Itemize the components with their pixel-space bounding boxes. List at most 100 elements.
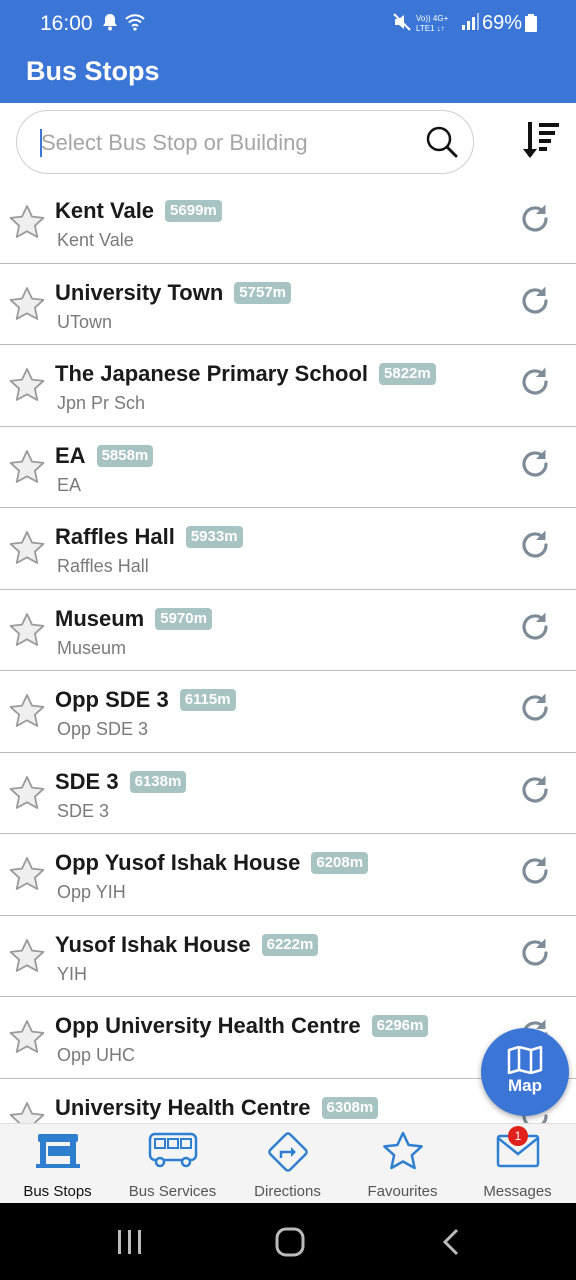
stop-title-line: University Health Centre 6308m: [55, 1094, 379, 1121]
stop-title-line: University Town 5757m: [55, 279, 292, 306]
refresh-icon[interactable]: [518, 610, 552, 649]
nav-favourites[interactable]: Favourites: [345, 1124, 460, 1204]
text-cursor: [40, 129, 42, 157]
refresh-icon[interactable]: [518, 202, 552, 241]
system-navigation-bar: [0, 1203, 576, 1280]
nav-directions[interactable]: Directions: [230, 1124, 345, 1204]
wifi-icon: [124, 12, 146, 37]
favourite-star-icon[interactable]: [8, 530, 46, 571]
refresh-icon[interactable]: [518, 365, 552, 404]
search-icon[interactable]: [425, 125, 459, 164]
bus-stop-icon: [35, 1130, 81, 1175]
directions-icon: [266, 1130, 310, 1179]
bus-stop-row[interactable]: Yusof Ishak House 6222m YIH: [0, 916, 576, 997]
stop-name: University Town: [55, 279, 224, 305]
stop-title-line: Opp SDE 3 6115m: [55, 687, 236, 713]
favourite-star-icon[interactable]: [8, 693, 46, 734]
stop-title-line: The Japanese Primary School 5822m: [55, 361, 436, 387]
bus-stop-row[interactable]: Opp Yusof Ishak House 6208m Opp YIH: [0, 834, 576, 916]
favourite-star-icon[interactable]: [8, 367, 46, 408]
favourite-star-icon[interactable]: [8, 938, 46, 979]
bus-stop-row[interactable]: Opp SDE 3 6115m Opp SDE 3: [0, 671, 576, 753]
favourite-star-icon[interactable]: [8, 1101, 46, 1123]
stop-name: Opp University Health Centre: [55, 1013, 361, 1038]
nav-bus-stops[interactable]: Bus Stops: [0, 1124, 115, 1204]
distance-badge: 6208m: [311, 852, 369, 874]
distance-badge: 5822m: [379, 363, 436, 385]
favourite-star-icon[interactable]: [8, 612, 46, 653]
page-title: Bus Stops: [26, 56, 160, 86]
back-icon[interactable]: [440, 1227, 462, 1262]
stop-title-line: Opp Yusof Ishak House 6208m: [55, 850, 369, 876]
signal-icon: [461, 12, 479, 37]
favourite-star-icon[interactable]: [8, 286, 46, 327]
favourite-star-icon[interactable]: [8, 449, 46, 490]
distance-badge: 6308m: [321, 1096, 379, 1119]
refresh-icon[interactable]: [518, 528, 552, 567]
stop-short-name: EA: [57, 474, 82, 495]
map-button-label: Map: [508, 1076, 542, 1095]
distance-badge: 5858m: [96, 444, 154, 467]
nav-label-favourites: Favourites: [367, 1183, 438, 1200]
stop-name: Yusof Ishak House: [55, 931, 251, 957]
nav-label-messages: Messages: [483, 1183, 552, 1200]
stop-short-name: Jpn Pr Sch: [57, 393, 146, 413]
stop-name: The Japanese Primary School: [55, 361, 369, 386]
refresh-icon[interactable]: [518, 691, 552, 730]
bottom-navigation: Bus Stops Bus Services Directions Favour…: [0, 1123, 576, 1203]
stop-short-name: Raffles Hall: [57, 556, 149, 576]
stop-title-line: Museum 5970m: [55, 606, 212, 632]
messages-notification-badge: 1: [508, 1126, 528, 1146]
map-icon: [507, 1045, 543, 1079]
refresh-icon[interactable]: [518, 854, 552, 893]
bus-icon: [148, 1130, 198, 1175]
stop-short-name: Museum: [57, 637, 127, 658]
refresh-icon[interactable]: [518, 447, 552, 486]
refresh-icon[interactable]: [518, 773, 552, 812]
mute-icon: [392, 12, 412, 37]
stop-title-line: Opp University Health Centre 6296m: [55, 1013, 429, 1039]
bus-stop-row[interactable]: Kent Vale 5699m Kent Vale: [0, 182, 576, 264]
stop-short-name: SDE 3: [57, 800, 110, 821]
search-input[interactable]: [39, 122, 423, 164]
sort-icon[interactable]: [522, 120, 562, 167]
stop-title-line: Kent Vale 5699m: [55, 198, 222, 224]
map-button[interactable]: Map: [481, 1028, 569, 1116]
nav-label-bus-services: Bus Services: [128, 1183, 217, 1200]
stop-name: Opp Yusof Ishak House: [55, 850, 301, 875]
battery-icon: [525, 14, 537, 37]
distance-badge: 6296m: [371, 1015, 429, 1037]
bus-stop-list[interactable]: Kent Vale 5699m Kent Vale University Town 57…: [0, 182, 576, 1123]
stop-title-line: Raffles Hall 5933m: [55, 524, 243, 550]
refresh-icon[interactable]: [518, 284, 552, 323]
bus-stop-row[interactable]: The Japanese Primary School 5822m Jpn Pr S…: [0, 345, 576, 427]
nav-label-bus-stops: Bus Stops: [23, 1183, 92, 1200]
bus-stop-row[interactable]: Raffles Hall 5933m Raffles Hall: [0, 508, 576, 590]
bus-stop-row[interactable]: SDE 3 6138m SDE 3: [0, 753, 576, 834]
stop-short-name: Opp SDE 3: [57, 719, 149, 739]
favourite-star-icon[interactable]: [8, 1019, 46, 1060]
favourite-star-icon[interactable]: [8, 775, 46, 816]
bus-stop-row[interactable]: University Town 5757m UTown: [0, 264, 576, 345]
alarm-icon: [101, 12, 119, 37]
distance-badge: 6222m: [261, 933, 319, 956]
refresh-icon[interactable]: [518, 936, 552, 975]
star-icon: [381, 1130, 425, 1177]
bus-stop-row[interactable]: Museum 5970m Museum: [0, 590, 576, 671]
stop-title-line: Yusof Ishak House 6222m: [55, 931, 319, 958]
favourite-star-icon[interactable]: [8, 856, 46, 897]
app-bar: 16:00 Vo)) 4G+ LTE1 ↓↑ 69% Bus Stops: [0, 0, 576, 103]
nav-bus-services[interactable]: Bus Services: [115, 1124, 230, 1204]
favourite-star-icon[interactable]: [8, 204, 46, 245]
bus-stop-row[interactable]: EA 5858m EA: [0, 427, 576, 508]
stop-name: Opp SDE 3: [55, 687, 169, 712]
search-box[interactable]: [16, 110, 474, 174]
nav-label-directions: Directions: [254, 1183, 321, 1200]
battery-percentage: 69%: [481, 12, 522, 34]
stop-name: Kent Vale: [55, 198, 155, 223]
recent-apps-icon[interactable]: [116, 1227, 144, 1262]
stop-short-name: UTown: [57, 311, 113, 332]
stop-name: EA: [55, 442, 86, 468]
home-icon[interactable]: [274, 1227, 306, 1262]
stop-name: University Health Centre: [55, 1094, 311, 1120]
